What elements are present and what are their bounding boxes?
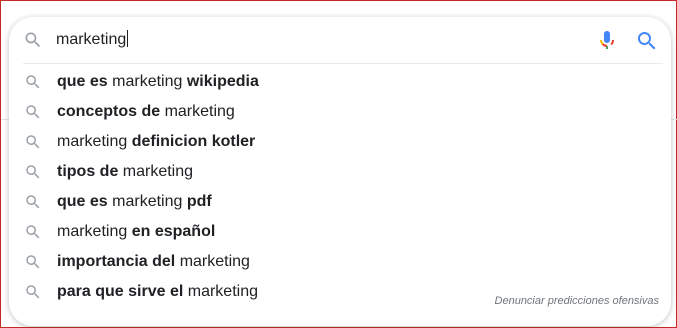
suggestion-item[interactable]: que es marketing wikipedia [9,67,671,97]
search-icon [24,73,42,91]
suggestion-list: que es marketing wikipedia conceptos de … [9,67,671,307]
search-icon [24,253,42,271]
report-predictions-link[interactable]: Denunciar predicciones ofensivas [495,295,659,307]
text-caret [127,30,129,47]
search-input-value: marketing [56,31,127,48]
search-icon [24,163,42,181]
suggestion-text: conceptos de marketing [57,103,235,120]
suggestion-text: que es marketing pdf [57,193,212,210]
search-icon [24,193,42,211]
suggestion-text: importancia del marketing [57,253,250,270]
search-bar: marketing [9,17,671,63]
suggestion-item[interactable]: conceptos de marketing [9,97,671,127]
search-divider [23,63,663,64]
suggestion-item[interactable]: marketing definicion kotler [9,127,671,157]
suggestion-text: marketing definicion kotler [57,133,256,150]
microphone-icon [600,31,615,49]
suggestion-text: marketing en español [57,223,216,240]
search-submit-button[interactable] [635,29,659,53]
search-input[interactable]: marketing [56,29,129,51]
suggestion-item[interactable]: tipos de marketing [9,157,671,187]
screenshot-frame: marketing que es marketing wikipedia con… [0,0,677,328]
search-icon [24,283,42,301]
microphone-button[interactable] [595,28,619,52]
search-suggestion-box: marketing que es marketing wikipedia con… [9,17,671,326]
search-icon [24,103,42,121]
search-icon [24,223,42,241]
suggestion-text: para que sirve el marketing [57,283,258,300]
suggestion-text: que es marketing wikipedia [57,73,259,90]
suggestion-item[interactable]: que es marketing pdf [9,187,671,217]
suggestion-item[interactable]: marketing en español [9,217,671,247]
search-icon [638,32,656,50]
suggestion-item[interactable]: importancia del marketing [9,247,671,277]
suggestion-text: tipos de marketing [57,163,194,180]
search-icon [23,30,43,50]
search-icon [24,133,42,151]
